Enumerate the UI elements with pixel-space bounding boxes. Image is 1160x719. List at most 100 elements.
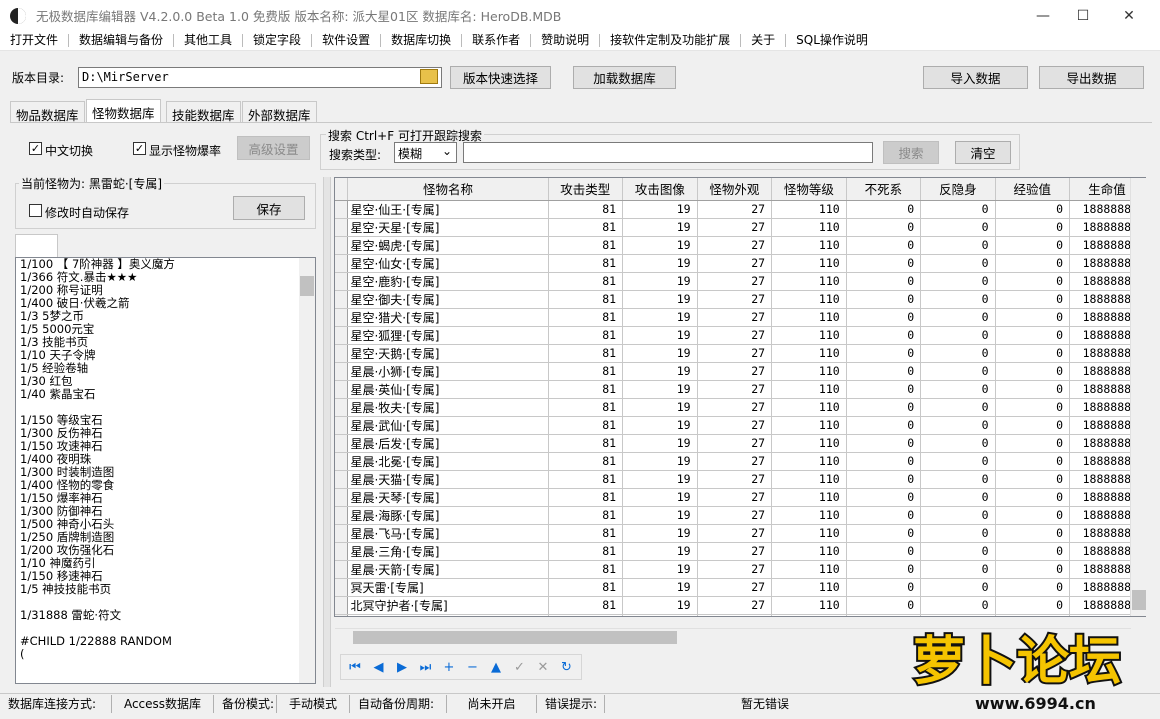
- table-cell[interactable]: 19: [622, 416, 698, 435]
- table-cell[interactable]: 0: [846, 470, 922, 489]
- table-cell[interactable]: 星晨·三角·[专属]: [347, 542, 549, 561]
- table-row[interactable]: 星空·鹿豹·[专属] 81 19 27 110 0 0 0 18888888: [335, 272, 1145, 291]
- table-cell[interactable]: 0: [846, 560, 922, 579]
- column-header[interactable]: 经验值: [995, 178, 1071, 201]
- nav-next-icon[interactable]: ▶: [393, 658, 411, 676]
- table-cell[interactable]: 81: [548, 290, 624, 309]
- table-cell[interactable]: 0: [846, 506, 922, 525]
- table-cell[interactable]: 神之祖护·[专属]: [347, 614, 549, 616]
- table-cell[interactable]: 0: [920, 596, 996, 615]
- table-cell[interactable]: 27: [697, 398, 773, 417]
- monster-grid[interactable]: 怪物名称 攻击类型 攻击图像 怪物外观 怪物等级 不死系 反隐身 经验值 生命值 星空·仙王·[…: [334, 177, 1146, 617]
- table-cell[interactable]: 北冥守护者·[专属]: [347, 596, 549, 615]
- table-cell[interactable]: 0: [846, 308, 922, 327]
- table-cell[interactable]: 0: [995, 596, 1071, 615]
- table-row[interactable]: 星晨·天箭·[专属] 81 19 27 110 0 0 0 18888888: [335, 560, 1145, 579]
- table-cell[interactable]: 19: [622, 344, 698, 363]
- table-cell[interactable]: 19: [622, 506, 698, 525]
- table-cell[interactable]: 81: [548, 398, 624, 417]
- table-row[interactable]: 星空·天鹅·[专属] 81 19 27 110 0 0 0 18888888: [335, 344, 1145, 363]
- grid-v-scroll-thumb[interactable]: [1132, 590, 1146, 610]
- row-indicator[interactable]: [335, 506, 349, 525]
- table-cell[interactable]: 81: [548, 524, 624, 543]
- table-cell[interactable]: 0: [995, 380, 1071, 399]
- table-cell[interactable]: 19: [622, 308, 698, 327]
- row-indicator[interactable]: [335, 236, 349, 255]
- row-indicator[interactable]: [335, 200, 349, 219]
- table-cell[interactable]: 星晨·小狮·[专属]: [347, 362, 549, 381]
- table-cell[interactable]: 27: [697, 542, 773, 561]
- table-cell[interactable]: 110: [771, 506, 847, 525]
- table-cell[interactable]: 19: [622, 398, 698, 417]
- table-cell[interactable]: 0: [846, 524, 922, 543]
- table-cell[interactable]: 81: [548, 200, 624, 219]
- table-cell[interactable]: 27: [697, 524, 773, 543]
- table-cell[interactable]: 0: [920, 416, 996, 435]
- column-header[interactable]: 怪物外观: [697, 178, 773, 201]
- table-cell[interactable]: 星晨·天猫·[专属]: [347, 470, 549, 489]
- table-cell[interactable]: 27: [697, 416, 773, 435]
- row-indicator[interactable]: [335, 488, 349, 507]
- row-indicator[interactable]: [335, 578, 349, 597]
- row-indicator[interactable]: [335, 272, 349, 291]
- table-cell[interactable]: 81: [548, 470, 624, 489]
- table-cell[interactable]: 星空·仙女·[专属]: [347, 254, 549, 273]
- load-db-button[interactable]: 加载数据库: [573, 66, 676, 89]
- table-cell[interactable]: 星晨·后发·[专属]: [347, 434, 549, 453]
- table-cell[interactable]: 27: [697, 308, 773, 327]
- table-cell[interactable]: 星晨·飞马·[专属]: [347, 524, 549, 543]
- table-row[interactable]: 星空·天星·[专属] 81 19 27 110 0 0 0 18888888: [335, 218, 1145, 237]
- table-cell[interactable]: 星空·狐狸·[专属]: [347, 326, 549, 345]
- table-row[interactable]: 星晨·三角·[专属] 81 19 27 110 0 0 0 18888888: [335, 542, 1145, 561]
- nav-post-icon[interactable]: ✓: [511, 658, 529, 676]
- table-cell[interactable]: 星晨·牧夫·[专属]: [347, 398, 549, 417]
- table-cell[interactable]: 110: [771, 308, 847, 327]
- table-cell[interactable]: 81: [548, 434, 624, 453]
- menu-item-8[interactable]: 接软件定制及功能扩展: [600, 34, 742, 47]
- row-indicator[interactable]: [335, 218, 349, 237]
- table-cell[interactable]: 19: [622, 200, 698, 219]
- table-cell[interactable]: 0: [995, 344, 1071, 363]
- table-cell[interactable]: 110: [771, 290, 847, 309]
- table-cell[interactable]: 81: [548, 596, 624, 615]
- table-cell[interactable]: 27: [697, 452, 773, 471]
- table-cell[interactable]: 0: [920, 362, 996, 381]
- column-header[interactable]: 反隐身: [920, 178, 996, 201]
- table-cell[interactable]: 19: [622, 236, 698, 255]
- table-cell[interactable]: 0: [920, 452, 996, 471]
- advanced-button[interactable]: 高级设置: [237, 136, 310, 160]
- table-cell[interactable]: 0: [920, 308, 996, 327]
- table-cell[interactable]: 19: [622, 488, 698, 507]
- table-cell[interactable]: 27: [697, 254, 773, 273]
- row-indicator[interactable]: [335, 560, 349, 579]
- table-cell[interactable]: 81: [548, 488, 624, 507]
- table-cell[interactable]: 冥天雷·[专属]: [347, 578, 549, 597]
- table-cell[interactable]: 0: [995, 488, 1071, 507]
- table-cell[interactable]: 0: [846, 434, 922, 453]
- row-indicator[interactable]: [335, 452, 349, 471]
- table-cell[interactable]: 0: [920, 380, 996, 399]
- table-cell[interactable]: 星空·蝎虎·[专属]: [347, 236, 549, 255]
- table-cell[interactable]: 0: [846, 200, 922, 219]
- table-cell[interactable]: 0: [995, 290, 1071, 309]
- table-cell[interactable]: 110: [771, 380, 847, 399]
- column-header[interactable]: 攻击类型: [548, 178, 624, 201]
- table-cell[interactable]: 19: [622, 578, 698, 597]
- table-cell[interactable]: 110: [771, 344, 847, 363]
- table-cell[interactable]: 0: [920, 290, 996, 309]
- close-button[interactable]: ✕: [1106, 0, 1152, 31]
- table-cell[interactable]: 0: [920, 488, 996, 507]
- nav-first-icon[interactable]: ⏮: [346, 658, 364, 676]
- table-cell[interactable]: 110: [771, 524, 847, 543]
- table-cell[interactable]: 81: [548, 578, 624, 597]
- table-cell[interactable]: 27: [697, 380, 773, 399]
- table-cell[interactable]: 110: [771, 596, 847, 615]
- folder-icon[interactable]: [420, 69, 438, 84]
- search-type-select[interactable]: 模糊 ⌄: [394, 142, 457, 163]
- table-cell[interactable]: 0: [995, 326, 1071, 345]
- table-cell[interactable]: 0: [846, 398, 922, 417]
- table-cell[interactable]: 110: [771, 452, 847, 471]
- table-cell[interactable]: 110: [771, 560, 847, 579]
- table-cell[interactable]: 110: [771, 488, 847, 507]
- table-cell[interactable]: 0: [920, 272, 996, 291]
